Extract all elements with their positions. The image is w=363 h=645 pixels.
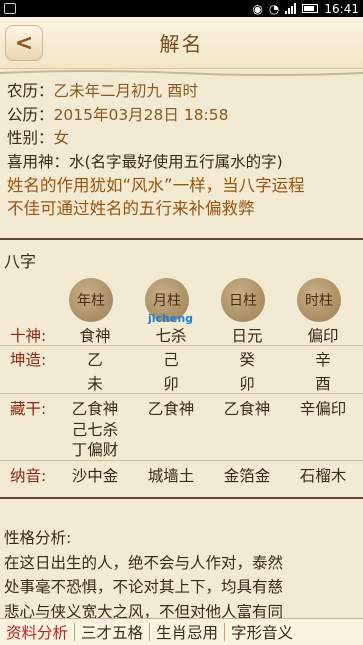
zhi-cell: 卯 bbox=[163, 375, 179, 393]
wifi-icon: ◔ bbox=[268, 1, 280, 16]
canggan-cell: 乙食神 bbox=[71, 400, 119, 418]
canggan-cell: 乙食神 bbox=[223, 400, 271, 418]
solar-value: 2015年03月28日 18:58 bbox=[53, 105, 229, 124]
row-divider bbox=[0, 345, 363, 346]
image-notification-icon bbox=[4, 3, 16, 14]
tab-sancai-wuge[interactable]: 三才五格 bbox=[75, 621, 149, 643]
nayin-cell: 沙中金 bbox=[71, 467, 119, 485]
canggan-label: 藏干: bbox=[10, 400, 47, 418]
kunzao-label: 坤造: bbox=[10, 351, 47, 369]
tab-character-meaning[interactable]: 字形音义 bbox=[225, 621, 299, 643]
canggan-cell: 丁偏财 bbox=[71, 441, 119, 459]
shishen-cell: 七杀 bbox=[155, 327, 187, 345]
tab-zodiac-avoid[interactable]: 生肖忌用 bbox=[150, 621, 224, 643]
shishen-label: 十神: bbox=[10, 327, 47, 345]
pillar-day: 日柱 bbox=[221, 278, 265, 322]
canggan-cell: 乙食神 bbox=[147, 400, 195, 418]
nayin-cell: 城墙土 bbox=[147, 467, 195, 485]
lunar-row: 农历：乙未年二月初九 酉时 bbox=[7, 80, 357, 104]
section-divider bbox=[0, 497, 363, 499]
lunar-value: 乙未年二月初九 酉时 bbox=[53, 82, 198, 100]
pillar-year: 年柱 bbox=[69, 278, 113, 322]
back-arrow-icon: < bbox=[14, 30, 34, 56]
signal-icon bbox=[285, 3, 297, 14]
watermark-text: jicheng bbox=[148, 312, 194, 325]
back-button[interactable]: < bbox=[5, 25, 43, 61]
lunar-label: 农历： bbox=[7, 82, 54, 100]
zhi-cell: 未 bbox=[87, 375, 103, 393]
bazi-title: 八字 bbox=[4, 252, 37, 271]
gan-cell: 己 bbox=[163, 351, 179, 369]
status-time: 16:41 bbox=[324, 1, 359, 16]
personality-title: 性格分析: bbox=[4, 529, 72, 547]
gan-cell: 辛 bbox=[315, 351, 331, 369]
solar-row: 公历：2015年03月28日 18:58 bbox=[7, 104, 357, 128]
bottom-tab-bar: 资料分析 三才五格 生肖忌用 字形音义 bbox=[0, 618, 363, 645]
gan-cell: 癸 bbox=[239, 351, 255, 369]
gan-cell: 乙 bbox=[87, 351, 103, 369]
status-bar: ◉ ◔ 16:41 bbox=[0, 0, 363, 17]
solar-label: 公历： bbox=[7, 105, 54, 124]
canggan-cell: 己七杀 bbox=[71, 421, 119, 439]
xiyong-value: 水(名字最好使用五行属水的字) bbox=[69, 152, 283, 171]
birth-info: 农历：乙未年二月初九 酉时 公历：2015年03月28日 18:58 性别：女 … bbox=[7, 80, 357, 220]
name-desc-line-2: 不佳可通过姓名的五行来补偏救弊 bbox=[7, 199, 255, 218]
personality-line: 处事毫不恐惧，不论对其上下，均具有慈 bbox=[4, 578, 284, 596]
title-bar: < 解名 bbox=[0, 17, 363, 69]
nayin-cell: 石榴木 bbox=[299, 467, 347, 485]
pillar-hour: 时柱 bbox=[297, 278, 341, 322]
gender-value: 女 bbox=[53, 129, 70, 147]
gender-label: 性别： bbox=[7, 129, 54, 147]
header-wave-divider bbox=[0, 70, 363, 76]
row-divider bbox=[0, 460, 363, 461]
page-title: 解名 bbox=[159, 32, 204, 56]
shishen-cell: 日元 bbox=[231, 327, 263, 345]
personality-section: 性格分析: 在这日出生的人，绝不会与人作对，泰然 处事毫不恐惧，不论对其上下，均… bbox=[4, 526, 360, 624]
canggan-cell: 辛偏印 bbox=[299, 400, 347, 418]
section-divider bbox=[0, 238, 363, 240]
gender-row: 性别：女 bbox=[7, 127, 357, 151]
shishen-cell: 偏印 bbox=[307, 327, 339, 345]
name-desc-line-1: 姓名的作用犹如“风水”一样，当八字运程 bbox=[7, 176, 305, 195]
nayin-cell: 金箔金 bbox=[223, 467, 271, 485]
shishen-cell: 食神 bbox=[79, 327, 111, 345]
nayin-label: 纳音: bbox=[10, 467, 47, 485]
zhi-cell: 卯 bbox=[239, 375, 255, 393]
tab-data-analysis[interactable]: 资料分析 bbox=[0, 621, 74, 643]
battery-icon bbox=[302, 4, 319, 13]
personality-line: 在这日出生的人，绝不会与人作对，泰然 bbox=[4, 553, 284, 572]
zhi-cell: 酉 bbox=[315, 375, 331, 393]
xiyong-row: 喜用神：水(名字最好使用五行属水的字) bbox=[7, 151, 357, 175]
row-divider bbox=[0, 393, 363, 394]
location-icon: ◉ bbox=[252, 1, 263, 16]
xiyong-label: 喜用神： bbox=[7, 152, 70, 171]
